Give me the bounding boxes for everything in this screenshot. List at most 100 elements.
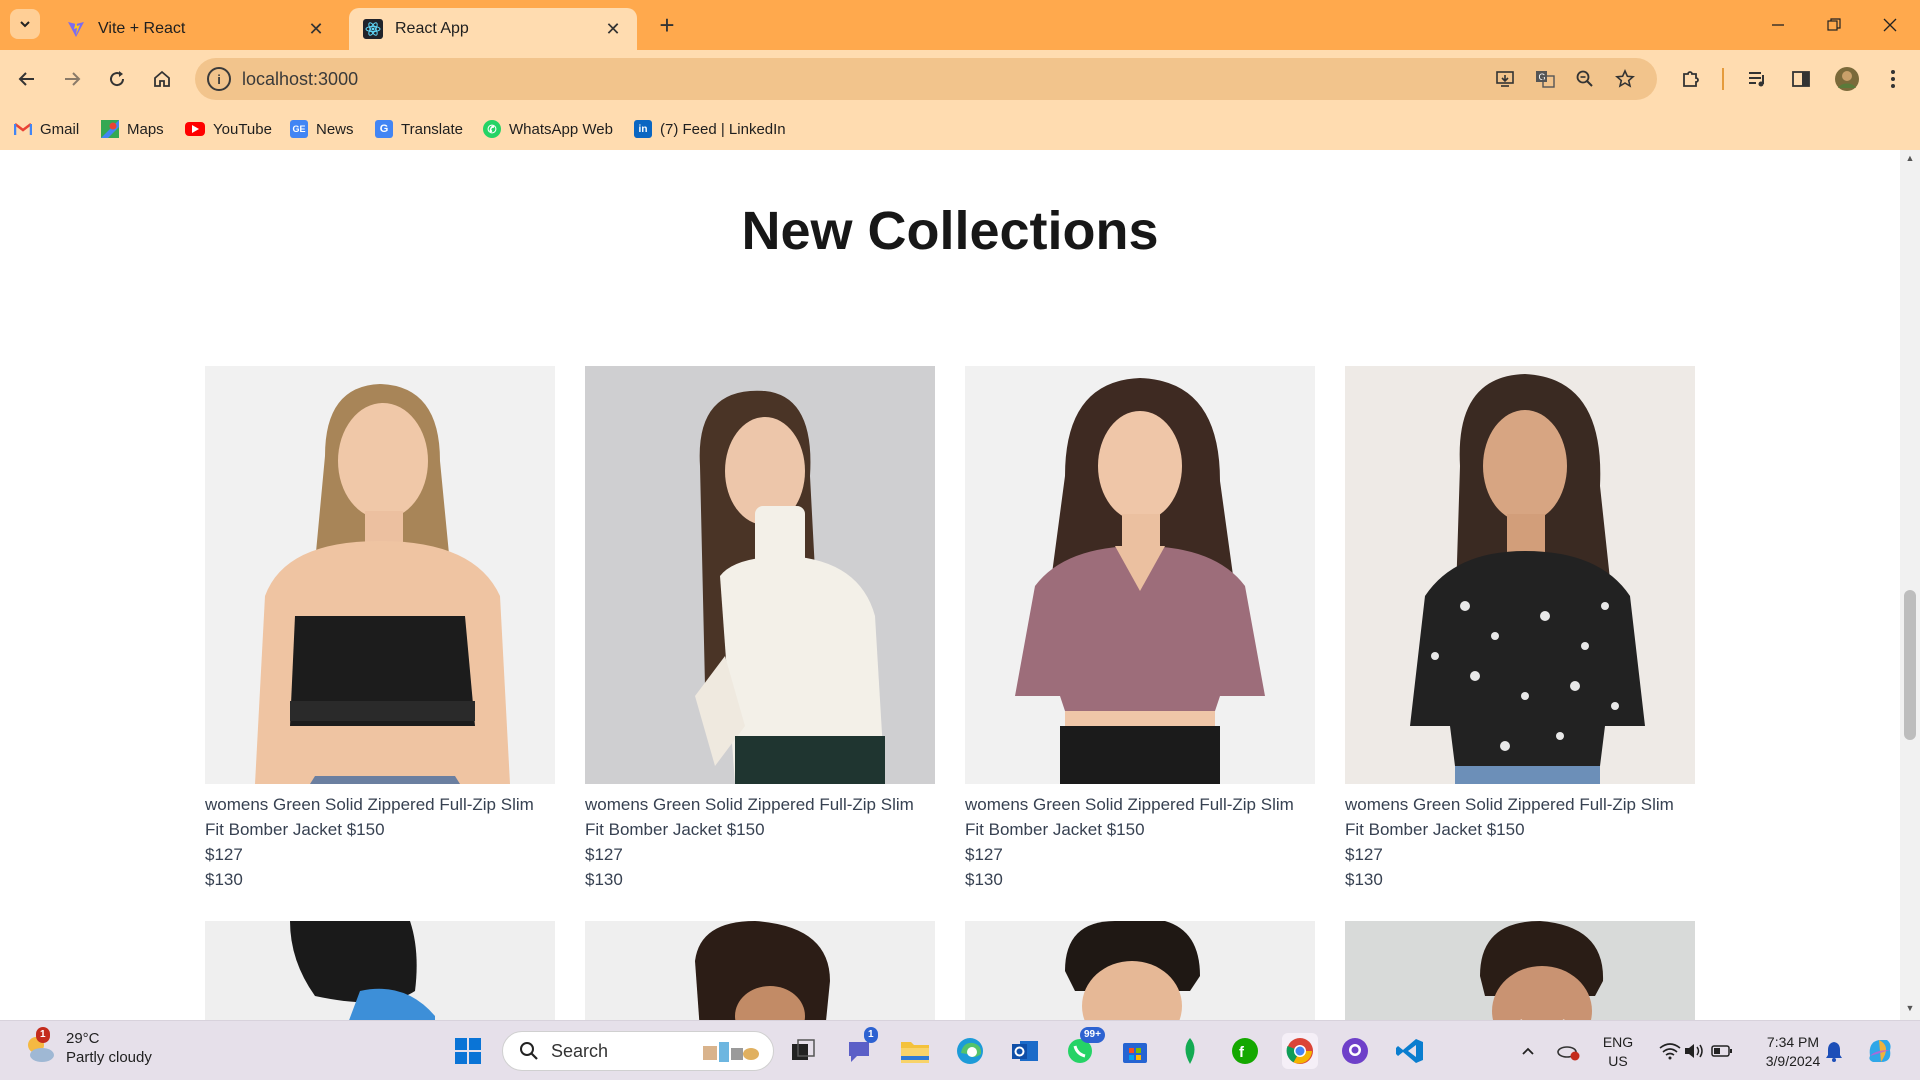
close-tab-icon[interactable]: ✕ <box>306 19 326 39</box>
taskbar-search-box[interactable]: Search <box>502 1031 774 1071</box>
chrome-icon <box>1286 1038 1313 1064</box>
new-tab-button[interactable]: + <box>652 10 682 40</box>
home-icon <box>154 70 170 87</box>
upwork-button[interactable]: f <box>1227 1033 1263 1069</box>
product-image[interactable] <box>205 366 555 784</box>
forward-button[interactable] <box>55 62 89 96</box>
search-placeholder: Search <box>551 1040 609 1061</box>
scrollbar-thumb[interactable] <box>1904 590 1916 740</box>
home-button[interactable] <box>145 62 179 96</box>
upwork-icon: f <box>1232 1038 1258 1064</box>
product-name[interactable]: womens Green Solid Zippered Full-Zip Sli… <box>585 792 935 842</box>
bookmark-whatsapp-web[interactable]: ✆ WhatsApp Web <box>483 117 613 141</box>
language-indicator[interactable]: ENG US <box>1598 1033 1638 1071</box>
product-name[interactable]: womens Green Solid Zippered Full-Zip Sli… <box>965 792 1315 842</box>
start-button[interactable] <box>450 1033 486 1069</box>
copilot-button[interactable] <box>1862 1033 1898 1069</box>
whatsapp-button[interactable]: 99+ <box>1062 1027 1105 1069</box>
product-image[interactable] <box>585 366 935 784</box>
product-image[interactable] <box>1345 366 1695 784</box>
restore-button[interactable] <box>1806 0 1862 50</box>
outlook-button[interactable] <box>1007 1033 1043 1069</box>
product-image[interactable] <box>965 921 1315 1020</box>
side-panel-button[interactable] <box>1784 62 1818 96</box>
product-card[interactable]: womens Green Solid Zippered Full-Zip Sli… <box>205 366 555 892</box>
chrome-button[interactable] <box>1282 1033 1318 1069</box>
weather-widget[interactable]: 1 29°C Partly cloudy <box>22 1027 152 1067</box>
linkedin-icon: in <box>634 120 652 138</box>
onedrive-button[interactable] <box>1550 1033 1586 1069</box>
product-image[interactable] <box>1345 921 1695 1020</box>
vscode-button[interactable] <box>1392 1033 1428 1069</box>
bookmark-label: Gmail <box>40 120 80 138</box>
teams-chat-button[interactable]: 1 <box>842 1027 878 1069</box>
bookmark-gmail[interactable]: Gmail <box>14 117 79 141</box>
tab-vite-react[interactable]: Vite + React ✕ <box>52 8 340 50</box>
bookmark-maps[interactable]: Maps <box>101 117 164 141</box>
tab-search-button[interactable] <box>10 9 40 39</box>
minimize-button[interactable] <box>1750 0 1806 50</box>
site-info-icon[interactable]: i <box>207 67 231 91</box>
task-view-icon <box>792 1039 815 1060</box>
extensions-button[interactable] <box>1674 62 1708 96</box>
product-card[interactable]: womens Green Solid Zippered Full-Zip Sli… <box>585 366 935 892</box>
tab-title: Vite + React <box>98 20 186 37</box>
outlook-icon <box>1012 1041 1038 1061</box>
product-image[interactable] <box>585 921 935 1020</box>
notifications-button[interactable] <box>1816 1033 1852 1069</box>
close-window-button[interactable] <box>1862 0 1918 50</box>
arrow-left-icon <box>18 72 34 86</box>
product-old-price: $130 <box>965 870 1003 889</box>
google-news-icon: GE <box>290 120 308 138</box>
puzzle-icon <box>1683 71 1699 87</box>
profile-avatar[interactable] <box>1830 62 1864 96</box>
bookmark-star-icon[interactable] <box>1613 67 1637 91</box>
bookmark-translate[interactable]: G Translate <box>375 117 463 141</box>
zoom-icon[interactable] <box>1573 67 1597 91</box>
back-button[interactable] <box>10 62 44 96</box>
bookmark-youtube[interactable]: YouTube <box>185 117 272 141</box>
battery-button[interactable] <box>1704 1033 1740 1069</box>
install-app-icon[interactable] <box>1493 67 1517 91</box>
product-name[interactable]: womens Green Solid Zippered Full-Zip Sli… <box>1345 792 1695 842</box>
product-image[interactable] <box>205 921 555 1020</box>
file-explorer-button[interactable] <box>897 1033 933 1069</box>
tab-react-app[interactable]: React App ✕ <box>349 8 637 50</box>
edge-button[interactable] <box>952 1033 988 1069</box>
partly-cloudy-icon: 1 <box>22 1027 56 1065</box>
github-desktop-button[interactable] <box>1337 1033 1373 1069</box>
product-card[interactable] <box>585 921 935 1020</box>
product-card[interactable] <box>965 921 1315 1020</box>
product-name[interactable]: womens Green Solid Zippered Full-Zip Sli… <box>205 792 555 842</box>
close-tab-icon[interactable]: ✕ <box>603 19 623 39</box>
product-card[interactable]: womens Green Solid Zippered Full-Zip Sli… <box>1345 366 1695 892</box>
product-card[interactable] <box>205 921 555 1020</box>
scroll-down-arrow[interactable]: ▼ <box>1905 1003 1915 1013</box>
show-hidden-icons-button[interactable] <box>1510 1033 1546 1069</box>
bookmark-news[interactable]: GE News <box>290 117 354 141</box>
product-image[interactable] <box>965 366 1315 784</box>
address-bar[interactable]: i localhost:3000 G <box>195 58 1657 100</box>
task-view-button[interactable] <box>785 1033 821 1069</box>
product-card[interactable] <box>1345 921 1695 1020</box>
translate-icon[interactable]: G <box>1533 67 1557 91</box>
search-icon <box>520 1042 538 1060</box>
chrome-menu-button[interactable] <box>1876 62 1910 96</box>
google-translate-icon: G <box>375 120 393 138</box>
microsoft-store-button[interactable] <box>1117 1033 1153 1069</box>
github-desktop-icon <box>1342 1038 1368 1064</box>
page-scrollbar[interactable]: ▲ ▼ <box>1900 150 1920 1020</box>
media-control-button[interactable] <box>1740 62 1774 96</box>
gmail-icon <box>14 120 32 138</box>
windows-taskbar: 1 29°C Partly cloudy Search 1 99+ f ENG … <box>0 1020 1920 1080</box>
bookmark-linkedin[interactable]: in (7) Feed | LinkedIn <box>634 117 786 141</box>
product-card[interactable]: womens Green Solid Zippered Full-Zip Sli… <box>965 366 1315 892</box>
weather-temperature: 29°C <box>66 1030 100 1047</box>
battery-icon <box>1711 1045 1732 1057</box>
reload-button[interactable] <box>100 62 134 96</box>
scroll-up-arrow[interactable]: ▲ <box>1905 153 1915 163</box>
mongodb-button[interactable] <box>1172 1033 1208 1069</box>
tab-title: React App <box>395 20 469 37</box>
product-old-price: $130 <box>585 870 623 889</box>
restore-icon <box>1827 18 1841 31</box>
